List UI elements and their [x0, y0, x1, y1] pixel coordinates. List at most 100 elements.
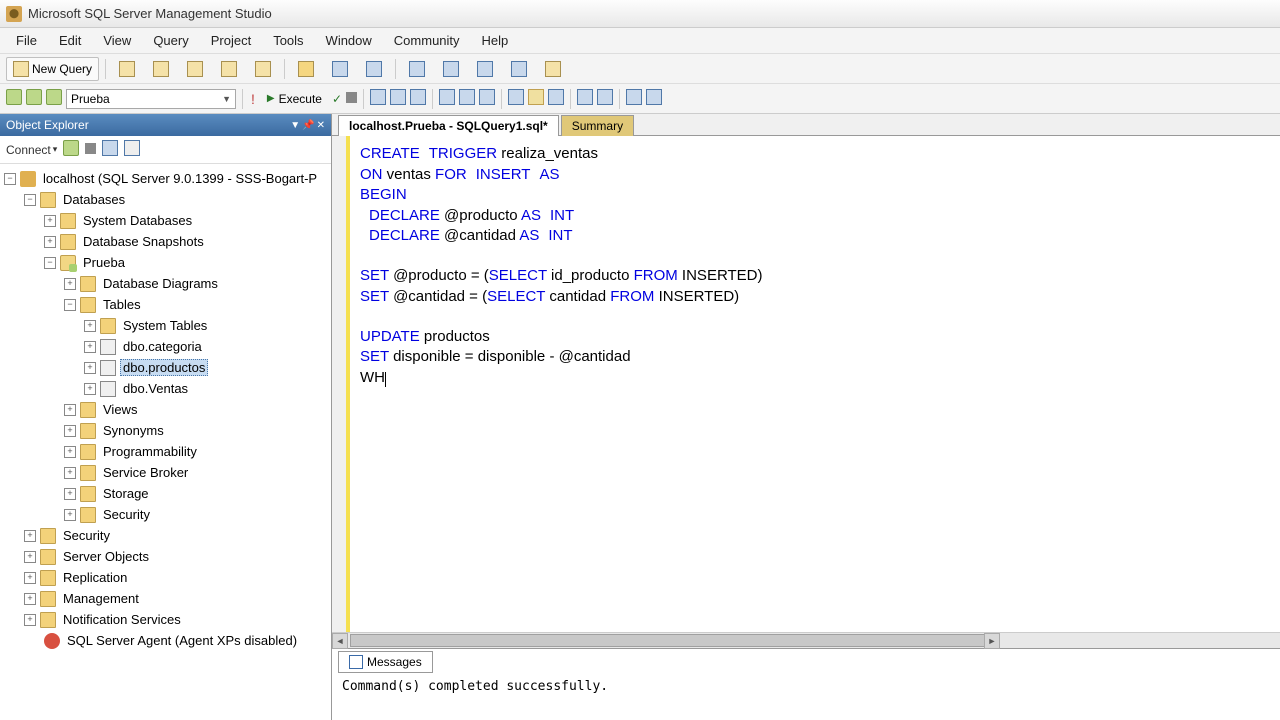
tree-snapshots-node[interactable]: +Database Snapshots [0, 231, 331, 252]
stop-icon[interactable] [85, 143, 96, 157]
tab-sqlquery1[interactable]: localhost.Prueba - SQLQuery1.sql* [338, 115, 559, 136]
debug-icon[interactable]: ! [249, 91, 257, 107]
tree-service-broker-node[interactable]: +Service Broker [0, 462, 331, 483]
tree-table-productos[interactable]: +dbo.productos [0, 357, 331, 378]
disconnect-icon[interactable] [46, 89, 62, 108]
save-all-button[interactable] [359, 57, 389, 81]
toolbar-dmx-icon[interactable] [180, 57, 210, 81]
toolbar-extra-5[interactable] [538, 57, 568, 81]
menu-community[interactable]: Community [384, 30, 470, 51]
cancel-query-button[interactable] [346, 92, 357, 106]
menu-file[interactable]: File [6, 30, 47, 51]
filter-icon[interactable] [102, 140, 118, 159]
tree-agent-node[interactable]: SQL Server Agent (Agent XPs disabled) [0, 630, 331, 651]
filter2-icon[interactable] [124, 140, 140, 159]
menu-tools[interactable]: Tools [263, 30, 313, 51]
results-to-file-icon[interactable] [479, 89, 495, 108]
connect-icon[interactable] [6, 89, 22, 108]
new-query-label: New Query [32, 62, 92, 76]
tree-prueba-db-node[interactable]: −Prueba [0, 252, 331, 273]
chevron-down-icon: ▼ [222, 94, 231, 104]
tree-server-objects-node[interactable]: +Server Objects [0, 546, 331, 567]
messages-tab-label: Messages [367, 655, 422, 669]
indent-icon[interactable] [577, 89, 593, 108]
tree-views-node[interactable]: +Views [0, 399, 331, 420]
pin-icon[interactable]: 📌 [302, 120, 314, 131]
uncomment-icon[interactable] [646, 89, 662, 108]
sql-editor[interactable]: CREATE TRIGGER realiza_ventas ON ventas … [332, 136, 1280, 632]
connect-dropdown[interactable]: Connect ▾ [6, 143, 57, 157]
parse-button[interactable]: ✓ [332, 92, 342, 106]
menu-query[interactable]: Query [143, 30, 198, 51]
sql-code[interactable]: CREATE TRIGGER realiza_ventas ON ventas … [350, 136, 1280, 632]
menu-view[interactable]: View [93, 30, 141, 51]
toolbar2-icon-1[interactable] [370, 89, 386, 108]
execute-button[interactable]: Execute [261, 90, 328, 108]
change-connection-icon[interactable] [26, 89, 42, 108]
standard-toolbar: New Query [0, 54, 1280, 84]
results-to-text-icon[interactable] [439, 89, 455, 108]
tree-security-inner-node[interactable]: +Security [0, 504, 331, 525]
object-explorer-tree[interactable]: −localhost (SQL Server 9.0.1399 - SSS-Bo… [0, 164, 331, 720]
folder-icon [40, 549, 56, 565]
menu-window[interactable]: Window [316, 30, 382, 51]
toolbar-extra-3[interactable] [470, 57, 500, 81]
results-to-grid-icon[interactable] [459, 89, 475, 108]
tree-notification-node[interactable]: +Notification Services [0, 609, 331, 630]
database-selector[interactable]: Prueba ▼ [66, 89, 236, 109]
save-button[interactable] [325, 57, 355, 81]
tree-management-node[interactable]: +Management [0, 588, 331, 609]
tree-synonyms-node[interactable]: +Synonyms [0, 420, 331, 441]
folder-icon [80, 276, 96, 292]
menu-edit[interactable]: Edit [49, 30, 91, 51]
horizontal-scrollbar[interactable]: ◄ ► [332, 632, 1280, 648]
toolbar-xmla-icon[interactable] [214, 57, 244, 81]
refresh-icon[interactable] [63, 140, 79, 159]
toolbar-extra-2[interactable] [436, 57, 466, 81]
toolbar-extra-4[interactable] [504, 57, 534, 81]
toolbar2-icon-4[interactable] [508, 89, 524, 108]
tree-storage-node[interactable]: +Storage [0, 483, 331, 504]
separator [432, 89, 433, 109]
separator [242, 89, 243, 109]
tree-system-tables-node[interactable]: +System Tables [0, 315, 331, 336]
open-file-button[interactable] [291, 57, 321, 81]
scrollbar-thumb[interactable] [350, 634, 990, 647]
scroll-right-icon[interactable]: ► [984, 633, 1000, 649]
tree-replication-node[interactable]: +Replication [0, 567, 331, 588]
toolbar2-icon-2[interactable] [390, 89, 406, 108]
folder-icon [80, 465, 96, 481]
tab-summary[interactable]: Summary [561, 115, 634, 136]
tree-programmability-node[interactable]: +Programmability [0, 441, 331, 462]
outdent-icon[interactable] [597, 89, 613, 108]
menu-help[interactable]: Help [472, 30, 519, 51]
tree-table-ventas[interactable]: +dbo.Ventas [0, 378, 331, 399]
tree-diagrams-node[interactable]: +Database Diagrams [0, 273, 331, 294]
tree-security-node[interactable]: +Security [0, 525, 331, 546]
toolbar-template-icon[interactable] [248, 57, 278, 81]
tree-system-databases-node[interactable]: +System Databases [0, 210, 331, 231]
tree-table-categoria[interactable]: +dbo.categoria [0, 336, 331, 357]
tree-tables-node[interactable]: −Tables [0, 294, 331, 315]
new-query-button[interactable]: New Query [6, 57, 99, 81]
tree-server-node[interactable]: −localhost (SQL Server 9.0.1399 - SSS-Bo… [0, 168, 331, 189]
dropdown-icon[interactable]: ▼ [290, 120, 300, 131]
separator [395, 59, 396, 79]
server-icon [20, 171, 36, 187]
messages-tab[interactable]: Messages [338, 651, 433, 673]
new-query-icon [13, 61, 29, 77]
close-icon[interactable]: ✕ [317, 120, 325, 131]
comment-icon[interactable] [626, 89, 642, 108]
menu-project[interactable]: Project [201, 30, 261, 51]
folder-icon [60, 213, 76, 229]
toolbar2-icon-3[interactable] [410, 89, 426, 108]
toolbar2-icon-6[interactable] [548, 89, 564, 108]
object-explorer-toolbar: Connect ▾ [0, 136, 331, 164]
toolbar2-icon-5[interactable] [528, 89, 544, 108]
toolbar-de-query-icon[interactable] [112, 57, 142, 81]
tree-databases-node[interactable]: −Databases [0, 189, 331, 210]
toolbar-mdx-icon[interactable] [146, 57, 176, 81]
toolbar-extra-1[interactable] [402, 57, 432, 81]
scroll-left-icon[interactable]: ◄ [332, 633, 348, 649]
editor-pane: localhost.Prueba - SQLQuery1.sql* Summar… [332, 114, 1280, 720]
